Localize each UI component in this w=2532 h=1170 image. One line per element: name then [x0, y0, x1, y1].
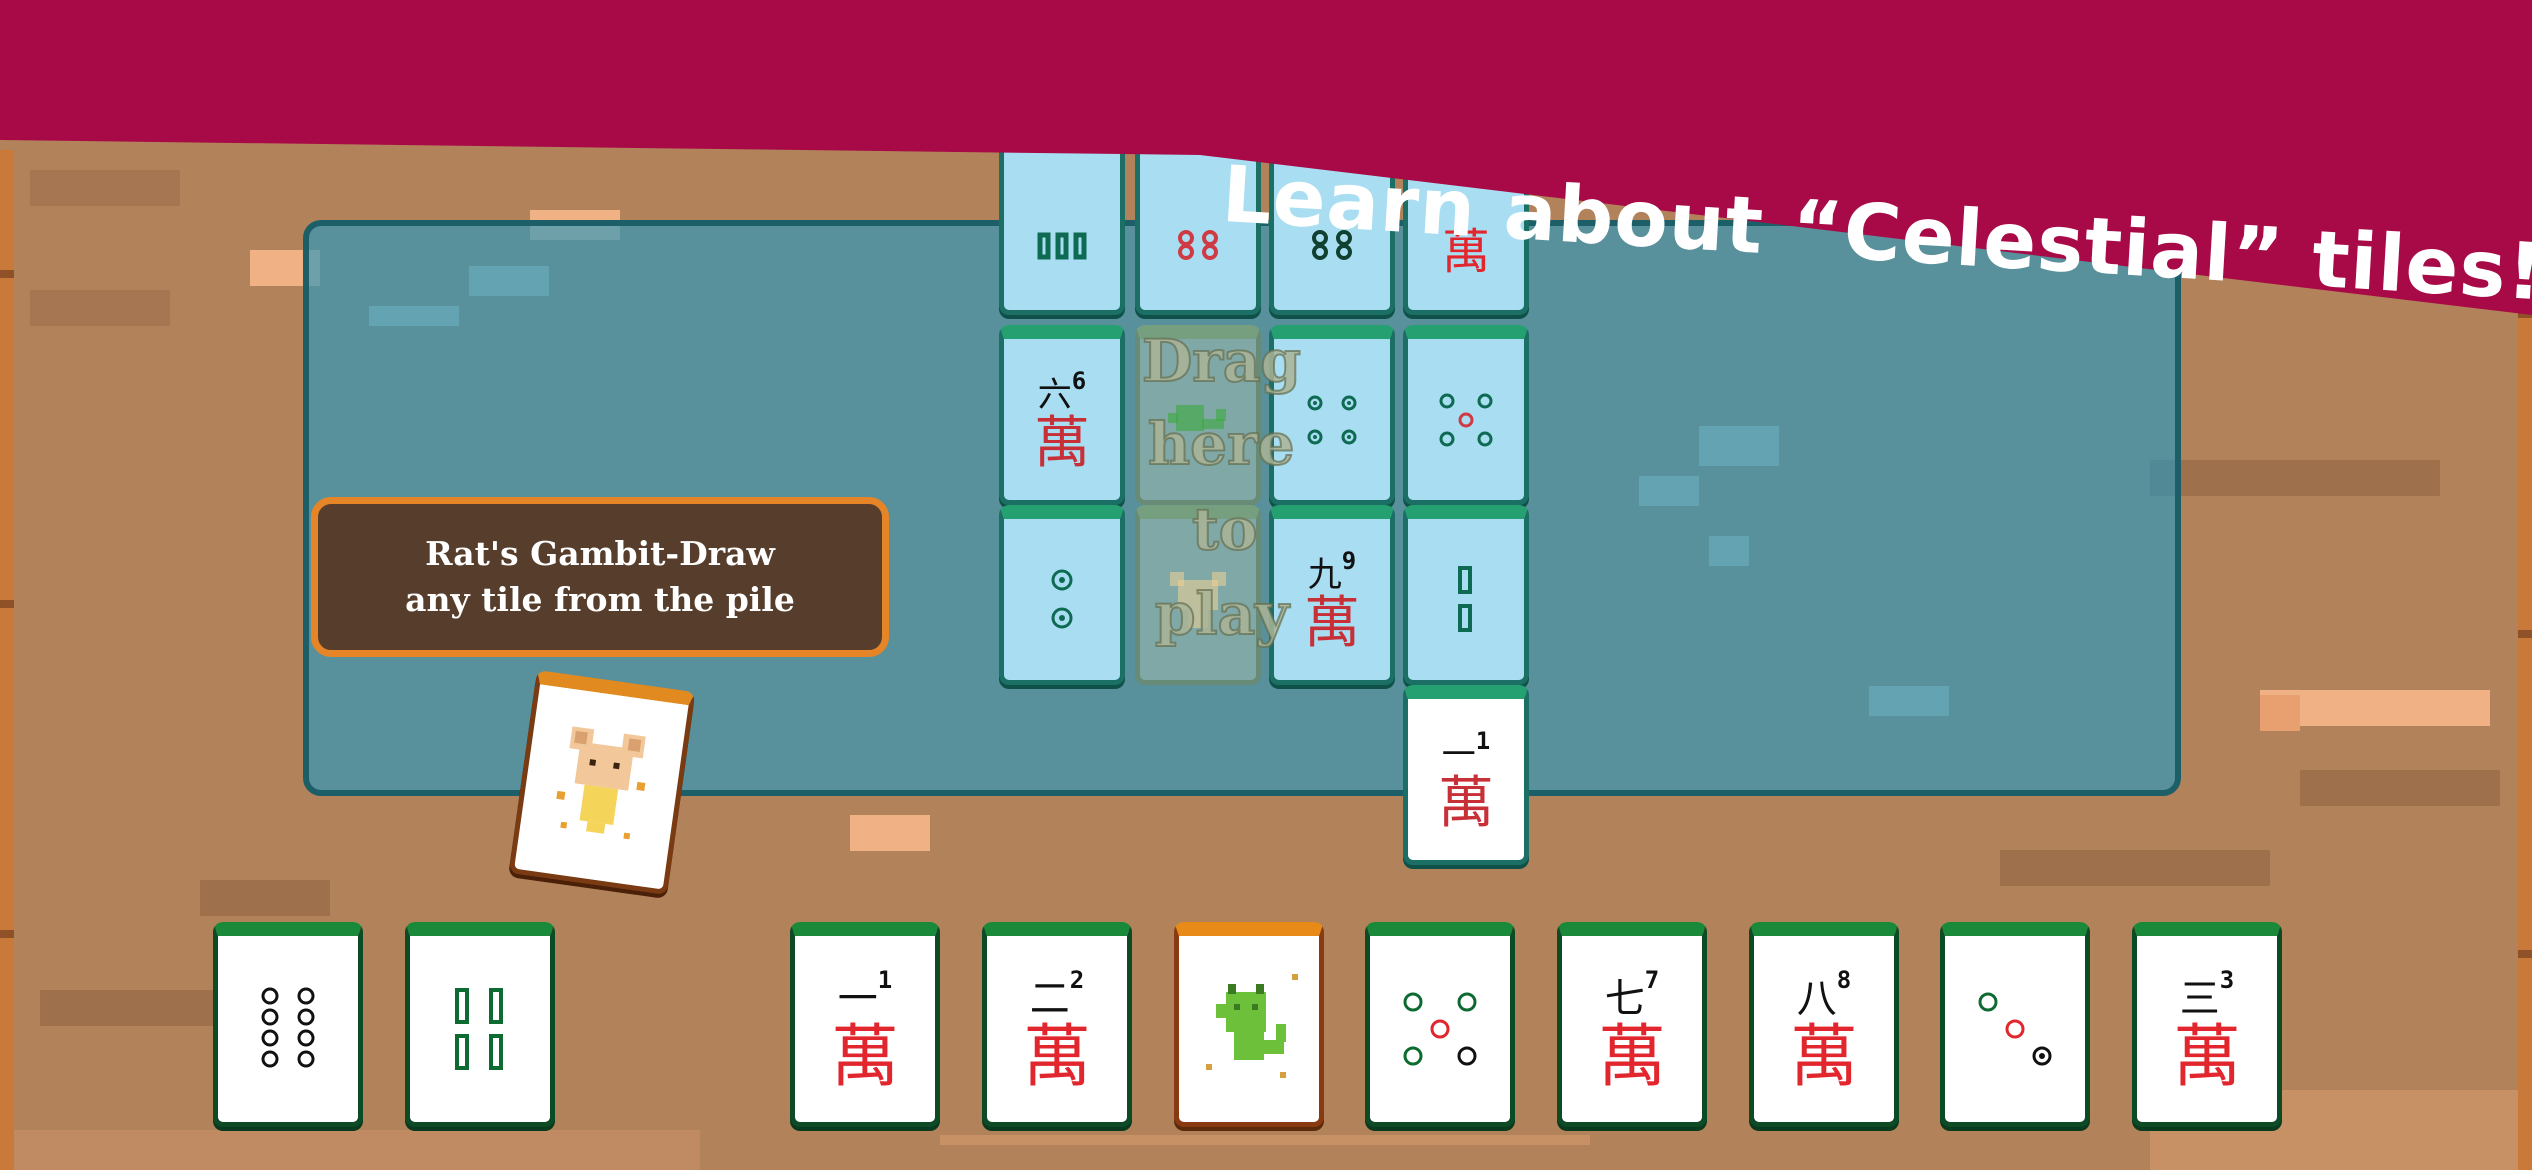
board-tile[interactable] — [1403, 325, 1529, 505]
dragon-icon — [1206, 974, 1298, 1078]
hand-tile[interactable] — [1365, 922, 1515, 1127]
tooltip-line: any tile from the pile — [405, 580, 795, 619]
tile-numeral: 七 — [1604, 976, 1645, 1022]
tile-numeral: 二 — [1029, 976, 1070, 1022]
tile-digit: 6 — [1071, 367, 1087, 395]
tile-numeral: 六 — [1037, 375, 1072, 415]
tile-numeral: 九 — [1307, 555, 1342, 595]
wan-glyph: 萬 — [1438, 771, 1494, 836]
wan-glyph: 萬 — [1022, 1018, 1091, 1097]
hand-tile[interactable]: 八8 萬 — [1749, 922, 1899, 1127]
hand-tile[interactable]: 七7 萬 — [1557, 922, 1707, 1127]
hand-tile[interactable] — [1940, 922, 2090, 1127]
wan-glyph: 萬 — [1034, 411, 1090, 476]
hand-tile[interactable]: 二2 萬 — [982, 922, 1132, 1127]
rat-icon — [556, 726, 646, 840]
board-tile[interactable] — [999, 505, 1125, 685]
tile-digit: 3 — [2219, 966, 2235, 994]
wan-glyph: 萬 — [2172, 1018, 2241, 1097]
tile-numeral: 三 — [2179, 976, 2220, 1022]
board-tile[interactable] — [1403, 505, 1529, 685]
wan-glyph: 萬 — [1597, 1018, 1666, 1097]
ability-tooltip: Rat's Gambit-Draw any tile from the pile — [311, 497, 889, 657]
drop-hint-word: to — [1191, 495, 1258, 563]
tile-numeral: 一 — [837, 976, 878, 1022]
hand-tile[interactable]: 一1 萬 — [790, 922, 940, 1127]
drop-hint-word: Drag — [1141, 327, 1302, 395]
tile-digit: 1 — [1475, 727, 1491, 755]
celestial-rat-card[interactable] — [508, 669, 696, 896]
tile-digit: 7 — [1644, 966, 1660, 994]
tile-digit: 1 — [877, 966, 893, 994]
tooltip-line: Rat's Gambit-Draw — [425, 533, 775, 573]
drop-hint-word: play — [1154, 580, 1290, 648]
board-tile[interactable] — [999, 135, 1125, 315]
board-tile[interactable]: 六6 萬 — [999, 325, 1125, 505]
drop-hint-word: here — [1147, 410, 1296, 478]
wan-glyph: 萬 — [830, 1018, 899, 1097]
tile-numeral: 一 — [1441, 735, 1476, 775]
hand-tile[interactable]: 三3 萬 — [2132, 922, 2282, 1127]
board-tile[interactable]: 一1 萬 — [1403, 685, 1529, 865]
tile-numeral: 八 — [1796, 976, 1837, 1022]
wan-glyph: 萬 — [1304, 591, 1360, 656]
tile-digit: 9 — [1341, 547, 1357, 575]
tile-digit: 8 — [1836, 966, 1852, 994]
celestial-dragon-tile[interactable] — [1174, 922, 1324, 1127]
hand-tile[interactable] — [405, 922, 555, 1127]
tile-digit: 2 — [1069, 966, 1085, 994]
hand-tile[interactable] — [213, 922, 363, 1127]
wan-glyph: 萬 — [1789, 1018, 1858, 1097]
